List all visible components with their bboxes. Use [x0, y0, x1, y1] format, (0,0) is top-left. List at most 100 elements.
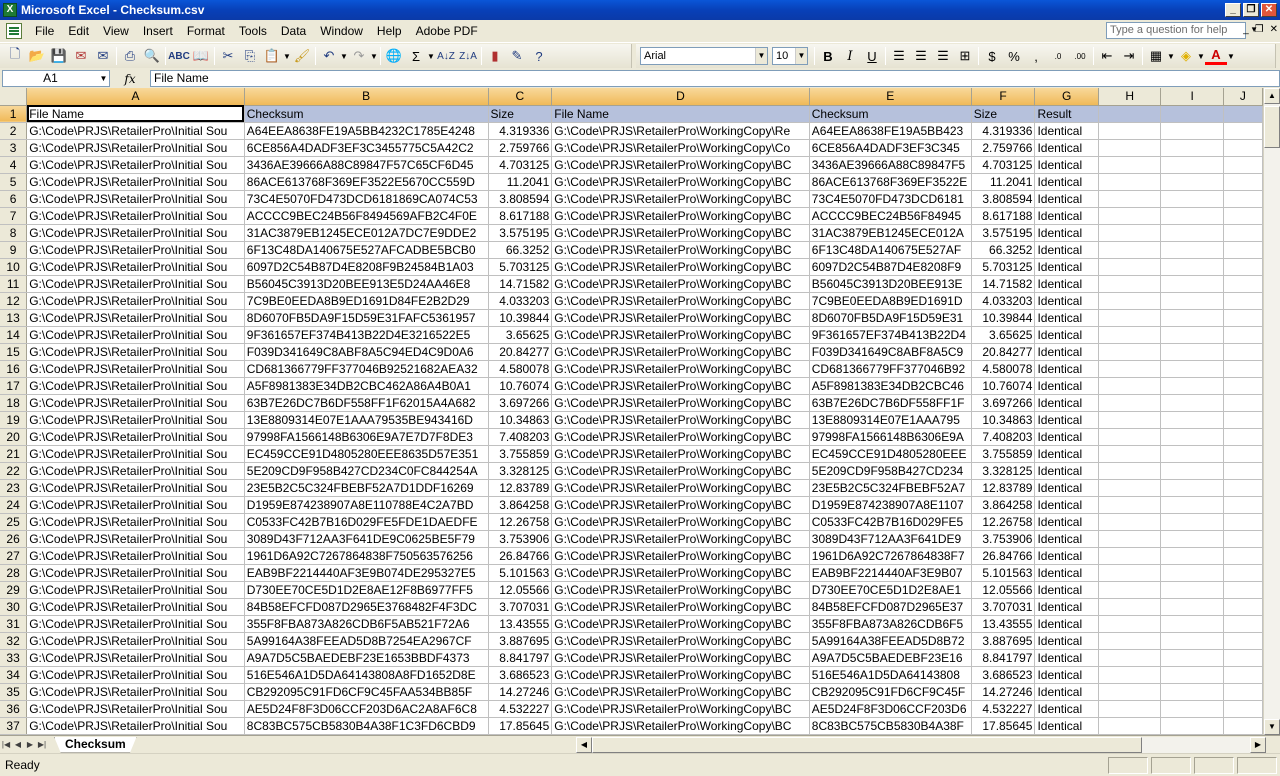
- row-header[interactable]: 32: [0, 632, 28, 650]
- cell[interactable]: G:\Code\PRJS\RetailerPro\Initial Sou: [26, 309, 245, 327]
- cell[interactable]: D1959E874238907A8E1107: [809, 496, 972, 514]
- cell[interactable]: G:\Code\PRJS\RetailerPro\Initial Sou: [26, 428, 245, 446]
- cell[interactable]: G:\Code\PRJS\RetailerPro\WorkingCopy\BC: [551, 598, 810, 616]
- cell[interactable]: 5E209CD9F958B427CD234C0FC844254A: [244, 462, 489, 480]
- cell[interactable]: 10.76074: [971, 377, 1036, 395]
- cell[interactable]: A64EEA8638FE19A5BB423: [809, 122, 972, 140]
- cell[interactable]: G:\Code\PRJS\RetailerPro\Initial Sou: [26, 343, 245, 361]
- cell[interactable]: Identical: [1034, 207, 1099, 225]
- row-header[interactable]: 36: [0, 700, 28, 718]
- column-header-b[interactable]: B: [244, 88, 489, 106]
- undo-icon[interactable]: ↶: [318, 45, 340, 67]
- cell[interactable]: 2.759766: [971, 139, 1036, 157]
- cell[interactable]: D1959E874238907A8E110788E4C2A7BD: [244, 496, 489, 514]
- cell[interactable]: [1223, 224, 1263, 242]
- cell[interactable]: Checksum: [809, 105, 972, 123]
- copy-icon[interactable]: ⎘: [239, 45, 261, 67]
- cell[interactable]: [1160, 428, 1224, 446]
- merge-center-icon[interactable]: ⊞: [954, 45, 976, 67]
- cell[interactable]: [1160, 479, 1224, 497]
- cell[interactable]: 4.319336: [488, 122, 553, 140]
- cell[interactable]: G:\Code\PRJS\RetailerPro\WorkingCopy\BC: [551, 547, 810, 565]
- cell[interactable]: [1223, 343, 1263, 361]
- cell[interactable]: [1160, 496, 1224, 514]
- cell[interactable]: G:\Code\PRJS\RetailerPro\Initial Sou: [26, 513, 245, 531]
- cell[interactable]: [1098, 326, 1162, 344]
- cell[interactable]: 73C4E5070FD473DCD6181869CA074C53: [244, 190, 489, 208]
- align-right-icon[interactable]: ☰: [932, 45, 954, 67]
- cell[interactable]: [1160, 258, 1224, 276]
- close-button[interactable]: ✕: [1261, 3, 1277, 17]
- cell[interactable]: G:\Code\PRJS\RetailerPro\Initial Sou: [26, 207, 245, 225]
- save-icon[interactable]: 💾: [48, 45, 70, 67]
- cell[interactable]: G:\Code\PRJS\RetailerPro\WorkingCopy\BC: [551, 190, 810, 208]
- fill-color-dropdown-icon[interactable]: ▼: [1197, 52, 1205, 61]
- cell[interactable]: Identical: [1034, 496, 1099, 514]
- name-box[interactable]: A1 ▼: [2, 70, 110, 87]
- cell[interactable]: 4.532227: [488, 700, 553, 718]
- cell[interactable]: G:\Code\PRJS\RetailerPro\Initial Sou: [26, 394, 245, 412]
- currency-icon[interactable]: $: [981, 45, 1003, 67]
- cell[interactable]: G:\Code\PRJS\RetailerPro\WorkingCopy\BC: [551, 224, 810, 242]
- cell[interactable]: [1160, 377, 1224, 395]
- cell[interactable]: 3.864258: [488, 496, 553, 514]
- cell[interactable]: 3436AE39666A88C89847F57C65CF6D45: [244, 156, 489, 174]
- cell[interactable]: 10.34863: [488, 411, 553, 429]
- cell[interactable]: Identical: [1034, 224, 1099, 242]
- cell[interactable]: G:\Code\PRJS\RetailerPro\Initial Sou: [26, 241, 245, 259]
- cell[interactable]: [1098, 224, 1162, 242]
- cell[interactable]: G:\Code\PRJS\RetailerPro\Initial Sou: [26, 615, 245, 633]
- cell[interactable]: [1160, 700, 1224, 718]
- cell[interactable]: 5A99164A38FEEAD5D8B7254EA2967CF: [244, 632, 489, 650]
- cell[interactable]: G:\Code\PRJS\RetailerPro\Initial Sou: [26, 598, 245, 616]
- cell[interactable]: [1098, 530, 1162, 548]
- row-header[interactable]: 6: [0, 190, 28, 208]
- cell[interactable]: G:\Code\PRJS\RetailerPro\Initial Sou: [26, 479, 245, 497]
- row-header[interactable]: 31: [0, 615, 28, 633]
- font-name-select[interactable]: Arial ▼: [640, 47, 768, 65]
- cell[interactable]: [1160, 139, 1224, 157]
- cell[interactable]: G:\Code\PRJS\RetailerPro\Initial Sou: [26, 173, 245, 191]
- menu-insert[interactable]: Insert: [136, 21, 180, 41]
- cell[interactable]: Identical: [1034, 598, 1099, 616]
- scroll-up-icon[interactable]: ▲: [1264, 88, 1280, 104]
- column-header-g[interactable]: G: [1034, 88, 1099, 106]
- cell[interactable]: 7C9BE0EEDA8B9ED1691D: [809, 292, 972, 310]
- cell[interactable]: G:\Code\PRJS\RetailerPro\WorkingCopy\BC: [551, 445, 810, 463]
- cell[interactable]: Identical: [1034, 292, 1099, 310]
- cell[interactable]: 3.707031: [971, 598, 1036, 616]
- cell[interactable]: [1098, 156, 1162, 174]
- scroll-right-icon[interactable]: ▶: [1250, 737, 1266, 753]
- cell[interactable]: G:\Code\PRJS\RetailerPro\Initial Sou: [26, 581, 245, 599]
- cell[interactable]: [1098, 190, 1162, 208]
- cell[interactable]: 63B7E26DC7B6DF558FF1F: [809, 394, 972, 412]
- first-sheet-icon[interactable]: |◀: [0, 738, 12, 752]
- cell[interactable]: G:\Code\PRJS\RetailerPro\WorkingCopy\BC: [551, 649, 810, 667]
- cell[interactable]: 3.686523: [971, 666, 1036, 684]
- cell[interactable]: CD681366779FF377046B92521682AEA32: [244, 360, 489, 378]
- cell[interactable]: [1223, 496, 1263, 514]
- cell[interactable]: Identical: [1034, 615, 1099, 633]
- row-header[interactable]: 15: [0, 343, 28, 361]
- autosum-dropdown-icon[interactable]: ▼: [427, 52, 435, 61]
- cell[interactable]: 5E209CD9F958B427CD234: [809, 462, 972, 480]
- cell[interactable]: 3.755859: [488, 445, 553, 463]
- menu-format[interactable]: Format: [180, 21, 232, 41]
- paste-dropdown-icon[interactable]: ▼: [283, 52, 291, 61]
- cell[interactable]: Identical: [1034, 156, 1099, 174]
- cell[interactable]: File Name: [551, 105, 810, 123]
- cell[interactable]: Identical: [1034, 309, 1099, 327]
- cell[interactable]: [1160, 326, 1224, 344]
- cell[interactable]: [1223, 377, 1263, 395]
- cell[interactable]: 3.753906: [971, 530, 1036, 548]
- cell[interactable]: D730EE70CE5D1D2E8AE1: [809, 581, 972, 599]
- cell[interactable]: G:\Code\PRJS\RetailerPro\WorkingCopy\BC: [551, 156, 810, 174]
- cell[interactable]: G:\Code\PRJS\RetailerPro\Initial Sou: [26, 377, 245, 395]
- workbook-icon[interactable]: [6, 23, 22, 39]
- cell[interactable]: [1160, 717, 1224, 735]
- cell[interactable]: A9A7D5C5BAEDEBF23E1653BBDF4373: [244, 649, 489, 667]
- decrease-decimal-icon[interactable]: .00: [1069, 45, 1091, 67]
- row-header[interactable]: 9: [0, 241, 28, 259]
- cell[interactable]: 14.27246: [971, 683, 1036, 701]
- cell[interactable]: 8.841797: [488, 649, 553, 667]
